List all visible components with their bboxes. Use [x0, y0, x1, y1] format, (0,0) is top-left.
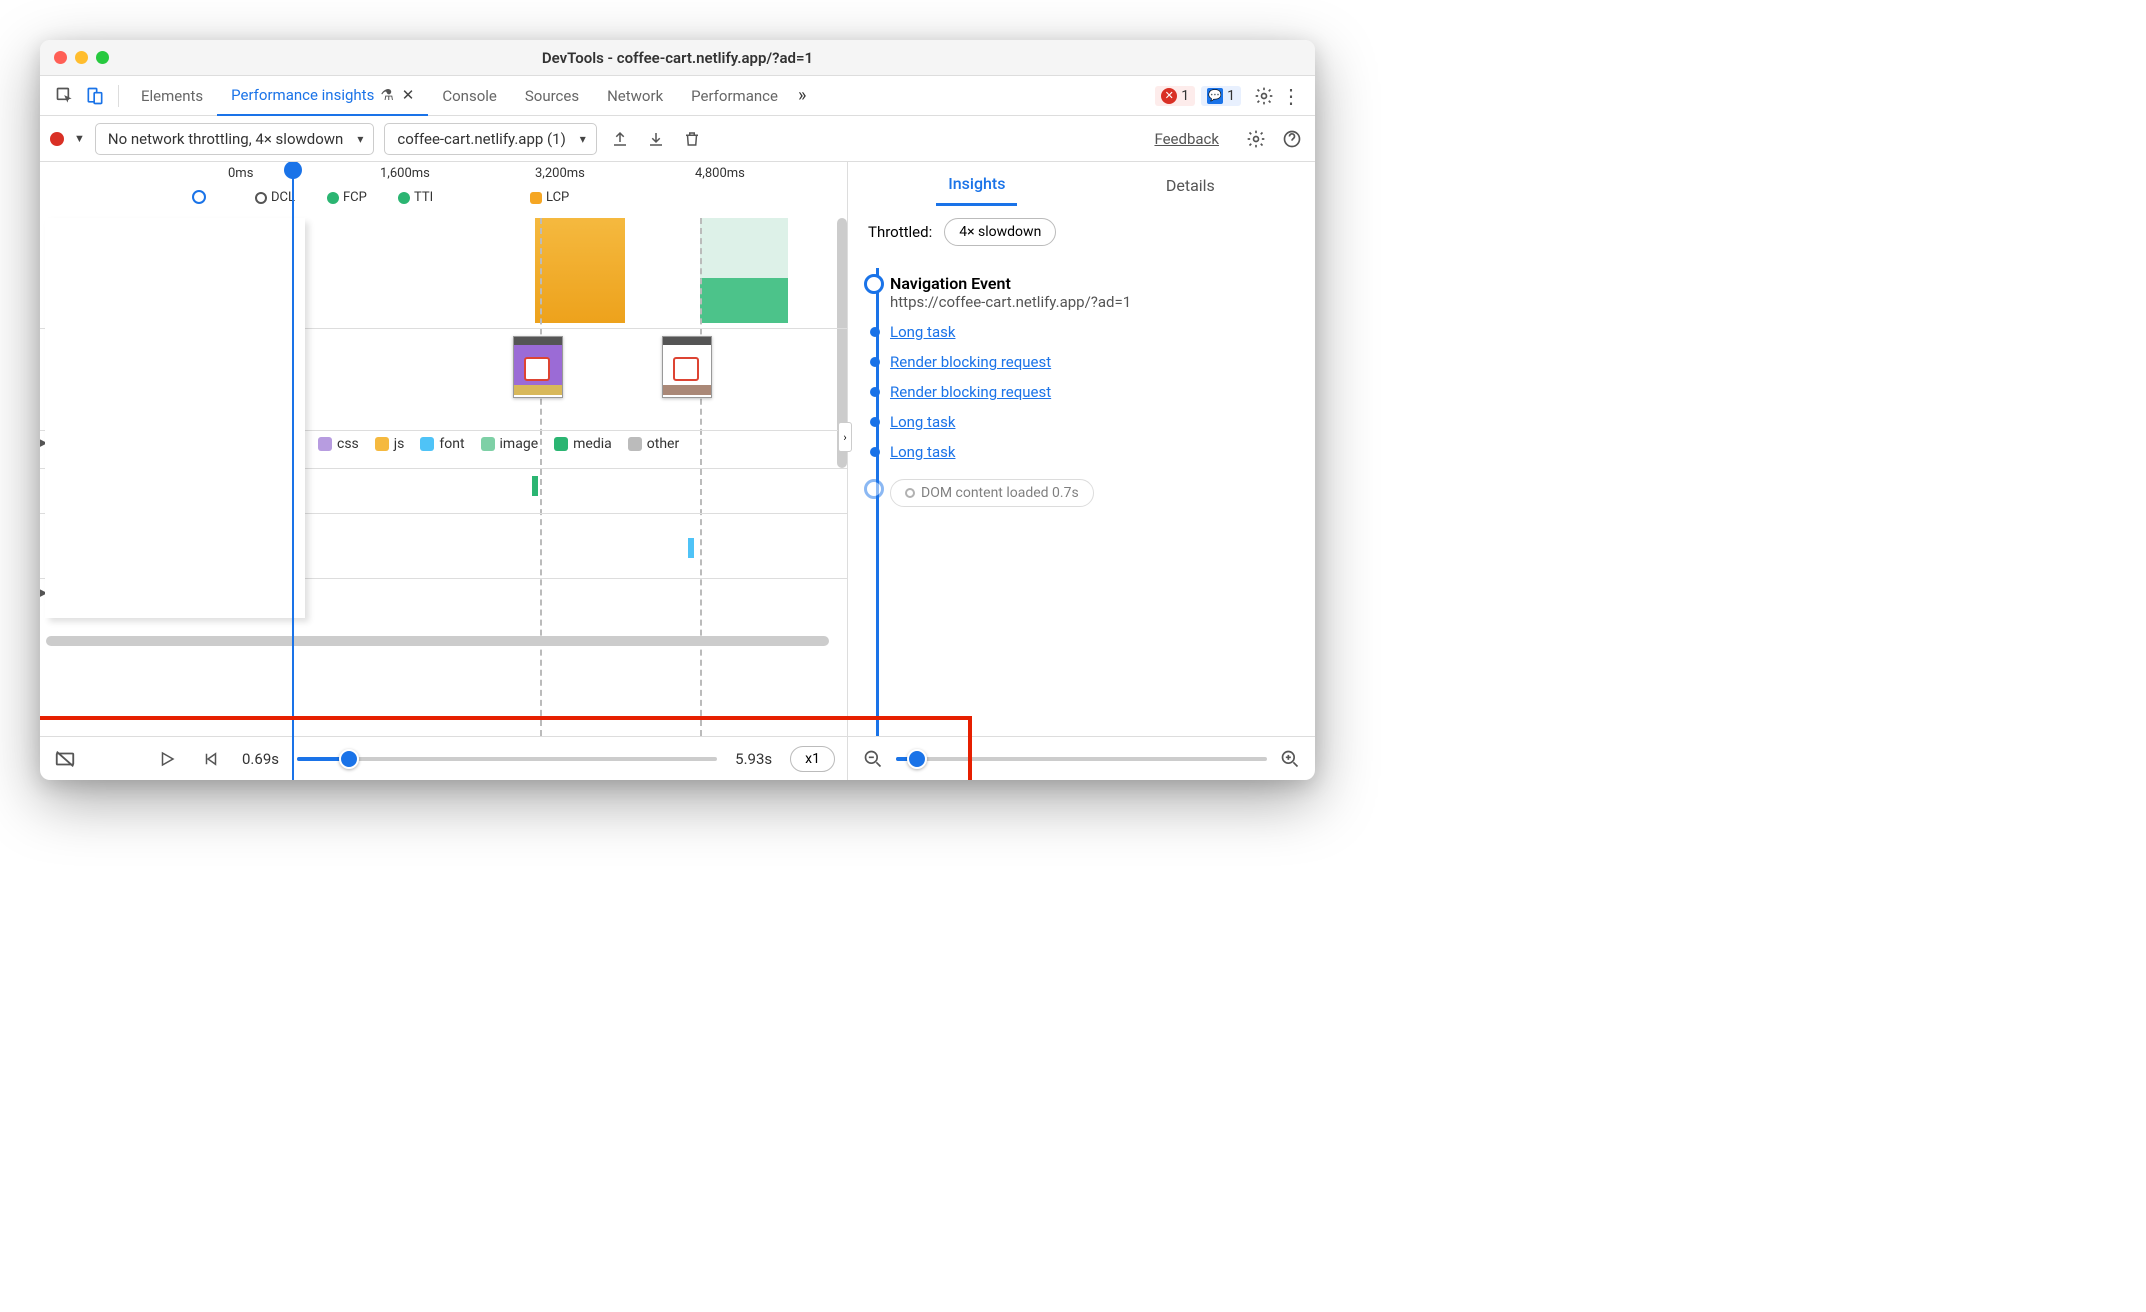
toggle-visibility-icon[interactable]: [52, 746, 78, 772]
close-tab-icon[interactable]: ✕: [402, 86, 415, 104]
screenshot-thumbnail[interactable]: [662, 336, 712, 398]
tab-performance-insights[interactable]: Performance insights ⚗ ✕: [217, 76, 428, 116]
message-icon: 💬: [1207, 88, 1223, 104]
insight-item[interactable]: Long task: [890, 323, 1297, 341]
insight-item[interactable]: Long task: [890, 413, 1297, 431]
ruler-tick: 1,600ms: [380, 166, 430, 181]
node-url: https://coffee-cart.netlify.app/?ad=1: [890, 293, 1297, 311]
frame-block[interactable]: [535, 218, 625, 323]
help-icon[interactable]: [1279, 126, 1305, 152]
insights-tree: Navigation Event https://coffee-cart.net…: [848, 256, 1315, 736]
insight-item[interactable]: Render blocking request: [890, 383, 1297, 401]
message-count-badge[interactable]: 💬 1: [1201, 86, 1241, 106]
zoom-controls: [848, 736, 1315, 780]
inspect-element-icon[interactable]: [50, 81, 80, 111]
marker-lcp[interactable]: LCP: [530, 190, 569, 205]
tab-console[interactable]: Console: [428, 76, 511, 116]
insight-item[interactable]: Long task: [890, 443, 1297, 461]
insights-panel: › Insights Details Throttled: 4× slowdow…: [848, 162, 1315, 780]
tab-insights[interactable]: Insights: [936, 164, 1017, 206]
throttling-value: No network throttling, 4× slowdown: [108, 130, 343, 148]
export-icon[interactable]: [607, 126, 633, 152]
replay-start-time: 0.69s: [242, 750, 279, 768]
window-title: DevTools - coffee-cart.netlify.app/?ad=1: [40, 49, 1315, 67]
delete-icon[interactable]: [679, 126, 705, 152]
ruler-tick: 4,800ms: [695, 166, 745, 181]
replay-end-time: 5.93s: [735, 750, 772, 768]
rewind-button[interactable]: [198, 746, 224, 772]
traffic-lights: [54, 51, 109, 64]
zoom-slider[interactable]: [896, 749, 1267, 769]
error-count: 1: [1181, 88, 1189, 104]
filmstrip-placeholder: [45, 218, 305, 618]
feedback-link[interactable]: Feedback: [1154, 130, 1219, 148]
zoom-window-button[interactable]: [96, 51, 109, 64]
zoom-in-button[interactable]: [1277, 746, 1303, 772]
tab-elements[interactable]: Elements: [127, 76, 217, 116]
tab-network[interactable]: Network: [593, 76, 677, 116]
marker-line: [700, 218, 702, 736]
tab-label: Performance insights: [231, 86, 374, 104]
marker: [192, 190, 206, 204]
collapse-panel-button[interactable]: ›: [838, 422, 852, 452]
device-toolbar-icon[interactable]: [80, 81, 110, 111]
marker-line: [540, 218, 542, 736]
replay-controls: 0.69s 5.93s x1: [40, 736, 847, 780]
zoom-out-button[interactable]: [860, 746, 886, 772]
tree-line: [876, 268, 879, 736]
play-button[interactable]: [154, 746, 180, 772]
session-select[interactable]: coffee-cart.netlify.app (1): [384, 123, 596, 155]
divider: [118, 85, 119, 107]
main-tabbar: Elements Performance insights ⚗ ✕ Consol…: [40, 76, 1315, 116]
error-icon: ✕: [1161, 88, 1177, 104]
message-count: 1: [1227, 88, 1235, 104]
frame-block[interactable]: [700, 278, 788, 323]
throttle-status: Throttled: 4× slowdown: [848, 208, 1315, 256]
navigation-event-node[interactable]: Navigation Event https://coffee-cart.net…: [890, 274, 1297, 311]
horizontal-scrollbar[interactable]: [46, 636, 829, 646]
time-ruler[interactable]: 0ms 1,600ms 3,200ms 4,800ms: [40, 162, 847, 190]
tab-details[interactable]: Details: [1154, 166, 1227, 205]
throttle-value-pill[interactable]: 4× slowdown: [944, 218, 1056, 246]
side-tabs: Insights Details: [848, 162, 1315, 208]
window-titlebar: DevTools - coffee-cart.netlify.app/?ad=1: [40, 40, 1315, 76]
tab-performance[interactable]: Performance: [677, 76, 792, 116]
minimize-window-button[interactable]: [75, 51, 88, 64]
import-icon[interactable]: [643, 126, 669, 152]
timing-markers-row: DCL FCP TTI LCP: [40, 190, 847, 218]
record-dropdown[interactable]: ▼: [74, 132, 85, 145]
network-legend: css js font image media other: [318, 436, 679, 452]
node-title: Navigation Event: [890, 274, 1297, 293]
ruler-tick: 3,200ms: [535, 166, 585, 181]
close-window-button[interactable]: [54, 51, 67, 64]
ruler-tick: 0ms: [228, 166, 253, 181]
settings-icon[interactable]: [1251, 83, 1277, 109]
more-tabs-button[interactable]: »: [792, 85, 812, 106]
insight-item[interactable]: Render blocking request: [890, 353, 1297, 371]
timeline-lanes[interactable]: ▶ css js font image media other ▶: [40, 218, 847, 736]
error-count-badge[interactable]: ✕ 1: [1155, 86, 1195, 106]
replay-slider[interactable]: [297, 749, 717, 769]
experiment-icon: ⚗: [380, 86, 393, 104]
record-button[interactable]: [50, 132, 64, 146]
kebab-menu-icon[interactable]: ⋮: [1277, 84, 1305, 108]
session-value: coffee-cart.netlify.app (1): [397, 130, 565, 148]
panel-settings-icon[interactable]: [1243, 126, 1269, 152]
throttling-select[interactable]: No network throttling, 4× slowdown: [95, 123, 374, 155]
tab-sources[interactable]: Sources: [511, 76, 593, 116]
panel-body: 0ms 1,600ms 3,200ms 4,800ms DCL FCP TTI …: [40, 162, 1315, 780]
request-bar[interactable]: [688, 538, 694, 558]
marker-tti[interactable]: TTI: [398, 190, 433, 205]
devtools-window: DevTools - coffee-cart.netlify.app/?ad=1…: [40, 40, 1315, 780]
marker-fcp[interactable]: FCP: [327, 190, 367, 205]
playback-speed-button[interactable]: x1: [790, 746, 835, 772]
request-bar[interactable]: [532, 476, 538, 496]
recording-toolbar: ▼ No network throttling, 4× slowdown cof…: [40, 116, 1315, 162]
dcl-node[interactable]: DOM content loaded 0.7s: [890, 479, 1297, 507]
marker-dcl[interactable]: DCL: [255, 190, 295, 205]
screenshot-thumbnail[interactable]: [513, 336, 563, 398]
throttle-label: Throttled:: [868, 223, 932, 241]
playhead[interactable]: [292, 162, 294, 780]
timeline-panel: 0ms 1,600ms 3,200ms 4,800ms DCL FCP TTI …: [40, 162, 848, 780]
